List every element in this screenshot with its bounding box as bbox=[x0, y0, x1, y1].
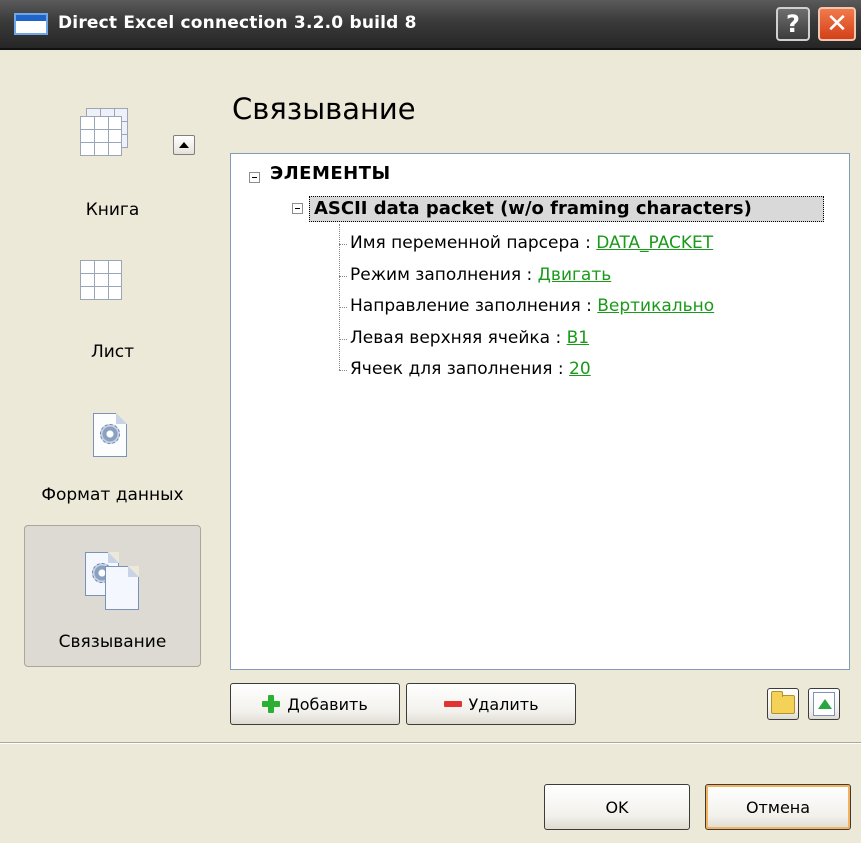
sidebar-item-data-format[interactable]: Формат данных bbox=[24, 395, 201, 520]
sidebar-item-label: Формат данных bbox=[41, 485, 184, 505]
tree-property-row[interactable]: Имя переменной парсера : DATA_PACKET bbox=[350, 233, 713, 253]
add-button[interactable]: Добавить bbox=[230, 683, 400, 725]
sidebar-item-label: Книга bbox=[85, 200, 140, 220]
property-value-link[interactable]: DATA_PACKET bbox=[596, 233, 713, 253]
tree-connector bbox=[339, 244, 347, 245]
sidebar-item-sheet[interactable]: Лист bbox=[24, 250, 201, 370]
sidebar-nav: Книга Лист Формат данных Связывание bbox=[0, 50, 215, 740]
property-value-link[interactable]: Двигать bbox=[538, 265, 612, 285]
cancel-button[interactable]: Отмена bbox=[705, 784, 851, 830]
property-name: Левая верхняя ячейка : bbox=[350, 328, 567, 348]
nav-scroll-up-button[interactable] bbox=[173, 135, 195, 155]
sidebar-item-label: Лист bbox=[90, 342, 135, 362]
footer-divider bbox=[0, 742, 861, 744]
export-button[interactable] bbox=[808, 688, 840, 720]
linked-documents-icon bbox=[105, 566, 139, 610]
folder-icon bbox=[771, 690, 795, 714]
tree-property-row[interactable]: Режим заполнения : Двигать bbox=[350, 265, 611, 285]
window-title: Direct Excel connection 3.2.0 build 8 bbox=[58, 13, 417, 33]
export-arrow-icon bbox=[813, 692, 835, 716]
property-name: Режим заполнения : bbox=[350, 265, 538, 285]
tree-property-row[interactable]: Левая верхняя ячейка : B1 bbox=[350, 328, 589, 348]
close-button[interactable]: ✕ bbox=[818, 7, 856, 41]
property-name: Имя переменной парсера : bbox=[350, 233, 597, 253]
app-window-icon bbox=[14, 13, 48, 35]
sheet-grid-icon bbox=[80, 260, 122, 300]
page-title: Связывание bbox=[232, 92, 416, 126]
tree-property-row[interactable]: Ячеек для заполнения : 20 bbox=[350, 359, 591, 379]
tree-packet-label[interactable]: ASCII data packet (w/o framing character… bbox=[314, 198, 752, 219]
delete-button-label: Удалить bbox=[468, 694, 539, 714]
binding-tree[interactable] bbox=[230, 153, 850, 670]
property-value-link[interactable]: Вертикально bbox=[597, 296, 714, 316]
tree-connector bbox=[339, 307, 347, 308]
property-name: Ячеек для заполнения : bbox=[350, 359, 570, 379]
tree-connector bbox=[339, 370, 347, 371]
property-value-link[interactable]: 20 bbox=[569, 359, 591, 379]
collapse-packet-icon[interactable] bbox=[292, 203, 303, 214]
title-bar[interactable]: Direct Excel connection 3.2.0 build 8 ? … bbox=[0, 0, 861, 50]
add-button-label: Добавить bbox=[287, 694, 368, 714]
plus-icon bbox=[262, 695, 281, 713]
tree-connector bbox=[339, 276, 347, 277]
open-folder-button[interactable] bbox=[767, 688, 799, 720]
tree-root-label[interactable]: ЭЛЕМЕНТЫ bbox=[270, 163, 391, 184]
property-name: Направление заполнения : bbox=[350, 296, 598, 316]
property-value-link[interactable]: B1 bbox=[567, 328, 589, 348]
tree-connector bbox=[339, 224, 340, 370]
gear-icon bbox=[100, 424, 120, 444]
tree-connector bbox=[339, 339, 347, 340]
dialog-window: Direct Excel connection 3.2.0 build 8 ? … bbox=[0, 0, 861, 843]
ok-button[interactable]: OK bbox=[544, 784, 690, 830]
sidebar-item-linking[interactable]: Связывание bbox=[24, 525, 201, 667]
tree-property-row[interactable]: Направление заполнения : Вертикально bbox=[350, 296, 714, 316]
collapse-root-icon[interactable] bbox=[249, 172, 260, 183]
minus-icon bbox=[443, 701, 462, 707]
document-gear-icon bbox=[93, 413, 127, 457]
delete-button[interactable]: Удалить bbox=[406, 683, 576, 725]
sidebar-item-workbook[interactable]: Книга bbox=[24, 100, 201, 250]
help-button[interactable]: ? bbox=[776, 7, 810, 41]
sidebar-item-label: Связывание bbox=[58, 632, 167, 652]
workbook-grid-front-icon bbox=[80, 116, 122, 156]
